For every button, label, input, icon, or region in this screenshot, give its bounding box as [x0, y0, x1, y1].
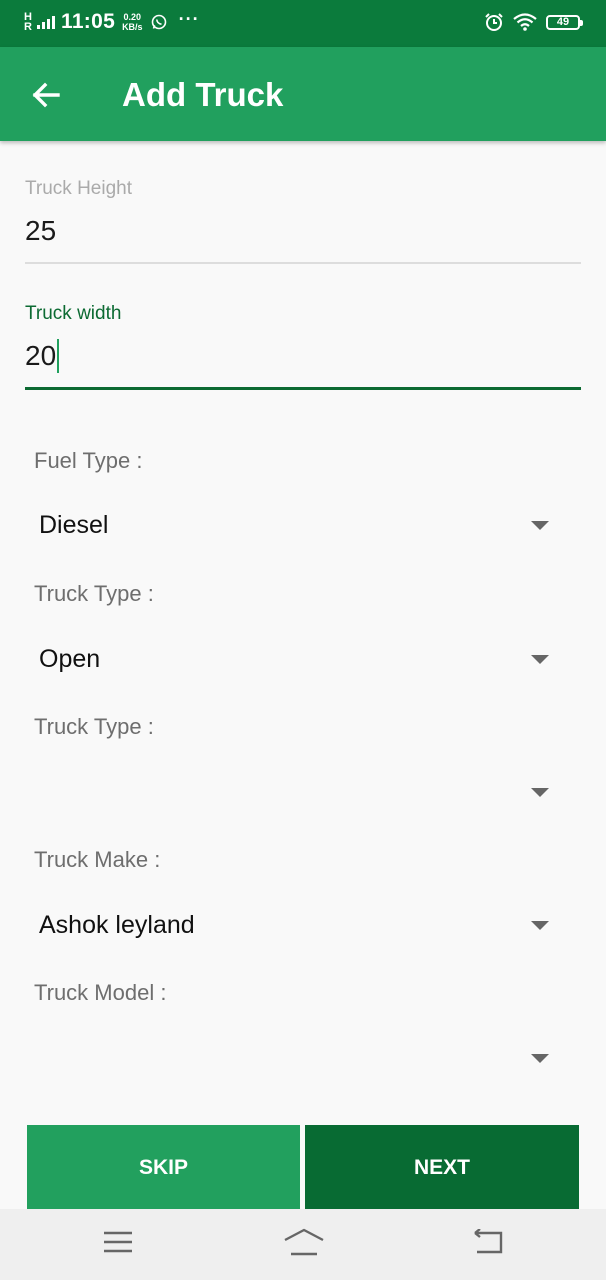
truck-height-value: 25: [25, 215, 57, 246]
truck-make-value: Ashok leyland: [39, 911, 195, 939]
network-type: H R: [24, 12, 36, 33]
fuel-type-value: Diesel: [39, 511, 109, 539]
back-icon[interactable]: [472, 1229, 504, 1255]
whatsapp-icon: [151, 14, 166, 30]
truck-type-label: Truck Type :: [34, 581, 154, 606]
wifi-icon: [513, 13, 537, 31]
truck-width-input[interactable]: 20: [25, 339, 581, 373]
truck-height-label: Truck Height: [25, 178, 132, 199]
system-nav-bar: [0, 1209, 606, 1280]
status-right: 49: [484, 12, 583, 32]
dropdown-arrow-icon[interactable]: [531, 1054, 549, 1063]
speed-unit: KB/s: [122, 22, 143, 32]
fuel-type-label: Fuel Type :: [34, 448, 143, 473]
signal-icon: [37, 15, 55, 29]
truck-model-label: Truck Model :: [34, 980, 167, 1005]
app-bar: Add Truck: [0, 47, 606, 141]
alarm-icon: [485, 13, 503, 31]
dropdown-arrow-icon[interactable]: [531, 655, 549, 664]
truck-width-label: Truck width: [25, 303, 122, 324]
arrow-left-icon[interactable]: [26, 75, 66, 115]
network-speed: 0.20 KB/s: [122, 12, 143, 32]
truck-height-field[interactable]: Truck Height 25: [25, 178, 581, 264]
battery-level: 49: [556, 15, 570, 28]
truck-type-value: Open: [39, 645, 101, 673]
home-icon[interactable]: [283, 1227, 325, 1257]
page-title: Add Truck: [122, 76, 284, 113]
dropdown-arrow-icon[interactable]: [531, 521, 549, 530]
truck-type-2-label: Truck Type :: [34, 714, 154, 739]
dropdown-arrow-icon[interactable]: [531, 921, 549, 930]
truck-height-underline: [25, 262, 581, 264]
status-bar: H R 11:05 0.20 KB/s ··· 49: [0, 0, 606, 47]
text-cursor: [57, 339, 60, 373]
battery-icon: 49: [546, 14, 583, 30]
truck-width-underline: [25, 387, 581, 390]
clock: 11:05: [61, 10, 116, 33]
skip-button[interactable]: SKIP: [27, 1125, 300, 1210]
truck-width-field[interactable]: Truck width 20: [25, 303, 581, 390]
more-notifications-icon: ···: [178, 8, 200, 29]
truck-make-label: Truck Make :: [34, 847, 161, 872]
roaming-label: R: [24, 21, 32, 33]
dropdown-arrow-icon[interactable]: [531, 788, 549, 797]
truck-height-input[interactable]: 25: [25, 214, 581, 248]
speed-value: 0.20: [123, 12, 142, 22]
status-left: H R 11:05 0.20 KB/s ···: [24, 8, 200, 34]
truck-width-value: 20: [25, 340, 57, 371]
menu-icon[interactable]: [103, 1229, 133, 1255]
next-button[interactable]: NEXT: [305, 1125, 579, 1210]
